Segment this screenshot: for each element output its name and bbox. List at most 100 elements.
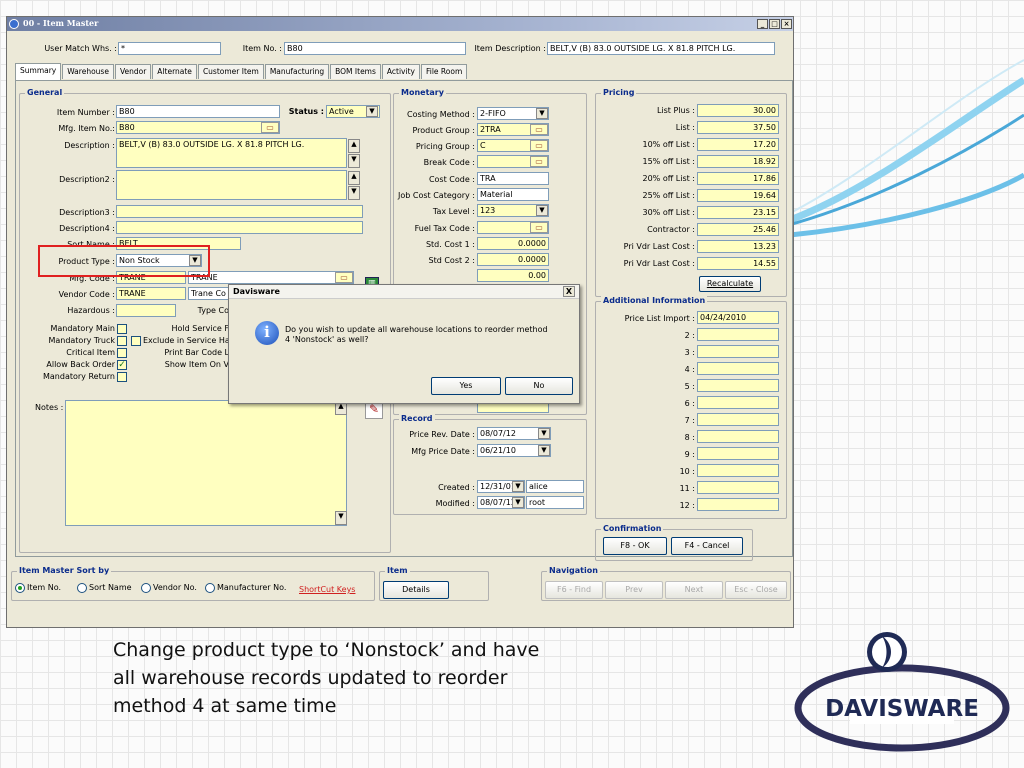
tab-vendor[interactable]: Vendor xyxy=(114,64,152,79)
vendor-code-field[interactable]: TRANE xyxy=(116,287,186,300)
mandatory-return-checkbox[interactable] xyxy=(117,372,127,382)
tab-activity[interactable]: Activity xyxy=(381,64,420,79)
price-list-import-field[interactable]: 04/24/2010 xyxy=(697,311,779,324)
tab-customer-item[interactable]: Customer Item xyxy=(197,64,264,79)
pricing-row-label: 15% off List : xyxy=(642,157,696,166)
scroll-down-icon[interactable]: ▼ xyxy=(348,186,360,200)
folder-icon[interactable]: ▭ xyxy=(335,272,353,283)
cost-code-field[interactable]: TRA xyxy=(477,172,549,185)
tab-file-room[interactable]: File Room xyxy=(420,64,468,79)
folder-icon[interactable]: ▭ xyxy=(530,124,548,135)
folder-icon[interactable]: ▭ xyxy=(530,140,548,151)
next-button[interactable]: Next xyxy=(665,581,723,599)
chevron-down-icon[interactable]: ▼ xyxy=(538,428,550,439)
dialog-no-button[interactable]: No xyxy=(505,377,573,395)
pricing-row-value[interactable]: 18.92 xyxy=(697,155,779,168)
status-dropdown-icon[interactable]: ▼ xyxy=(366,106,378,117)
details-button[interactable]: Details xyxy=(383,581,449,599)
mandatory-main-checkbox[interactable] xyxy=(117,324,127,334)
folder-icon[interactable]: ▭ xyxy=(530,156,548,167)
std-cost1-field[interactable]: 0.0000 xyxy=(477,237,549,250)
folder-icon[interactable]: ▭ xyxy=(530,222,548,233)
scroll-down-icon[interactable]: ▼ xyxy=(348,154,360,168)
description4-field[interactable] xyxy=(116,221,363,234)
mandatory-truck-checkbox[interactable] xyxy=(117,336,127,346)
pricing-row-value[interactable]: 19.64 xyxy=(697,189,779,202)
mfg-item-no-field[interactable]: B80 xyxy=(116,121,280,134)
pricing-row-value[interactable]: 13.23 xyxy=(697,240,779,253)
critical-item-checkbox[interactable] xyxy=(117,348,127,358)
scroll-down-icon[interactable]: ▼ xyxy=(335,511,347,525)
pricing-row-value[interactable]: 17.20 xyxy=(697,138,779,151)
allow-back-order-checkbox[interactable]: ✓ xyxy=(117,360,127,370)
folder-icon[interactable]: ▭ xyxy=(261,122,279,133)
pricing-row-value[interactable]: 17.86 xyxy=(697,172,779,185)
recalculate-button[interactable]: Recalculate xyxy=(699,276,761,292)
additional-row-field[interactable] xyxy=(697,328,779,341)
tab-manufacturing[interactable]: Manufacturing xyxy=(264,64,330,79)
scroll-up-icon[interactable]: ▲ xyxy=(348,139,360,153)
dialog-yes-button[interactable]: Yes xyxy=(431,377,501,395)
find-button[interactable]: F6 - Find xyxy=(545,581,603,599)
description-label: Description : xyxy=(64,141,115,150)
info-icon: i xyxy=(255,321,279,345)
description3-field[interactable] xyxy=(116,205,363,218)
pricing-row-value[interactable]: 30.00 xyxy=(697,104,779,117)
dialog-close-icon[interactable]: X xyxy=(563,286,575,297)
minimize-button[interactable]: _ xyxy=(757,19,768,29)
general-group-title: General xyxy=(25,88,65,97)
additional-row-field[interactable] xyxy=(697,379,779,392)
item-number-field[interactable]: B80 xyxy=(116,105,280,118)
additional-row-field[interactable] xyxy=(697,345,779,358)
shortcut-keys-link[interactable]: ShortCut Keys xyxy=(299,585,355,594)
notes-field[interactable] xyxy=(65,400,347,526)
cancel-button[interactable]: F4 - Cancel xyxy=(671,537,743,555)
additional-row-field[interactable] xyxy=(697,447,779,460)
item-group-title: Item xyxy=(385,566,410,575)
tab-bom-items[interactable]: BOM Items xyxy=(330,64,381,79)
close-window-button[interactable]: × xyxy=(781,19,792,29)
chevron-down-icon[interactable]: ▼ xyxy=(536,205,548,216)
chevron-down-icon[interactable]: ▼ xyxy=(512,497,524,508)
additional-row-label: 3 : xyxy=(684,348,695,357)
chevron-down-icon[interactable]: ▼ xyxy=(538,445,550,456)
tab-alternate[interactable]: Alternate xyxy=(152,64,197,79)
user-match-whs-input[interactable]: * xyxy=(118,42,221,55)
std-cost2-field[interactable]: 0.0000 xyxy=(477,253,549,266)
hazardous-field[interactable] xyxy=(116,304,176,317)
critical-item-label: Critical Item xyxy=(66,348,115,357)
additional-row-field[interactable] xyxy=(697,498,779,511)
sort-item-no-radio[interactable] xyxy=(15,583,25,593)
davisware-dialog: Davisware X i Do you wish to update all … xyxy=(228,284,580,404)
additional-row-field[interactable] xyxy=(697,481,779,494)
pricing-row-value[interactable]: 23.15 xyxy=(697,206,779,219)
sort-vendor-no-radio[interactable] xyxy=(141,583,151,593)
close-button[interactable]: Esc - Close xyxy=(725,581,787,599)
additional-row-field[interactable] xyxy=(697,413,779,426)
sort-manufacturer-no-radio[interactable] xyxy=(205,583,215,593)
additional-row-field[interactable] xyxy=(697,430,779,443)
pricing-row-value[interactable]: 25.46 xyxy=(697,223,779,236)
maximize-button[interactable]: □ xyxy=(769,19,780,29)
pricing-row-value[interactable]: 14.55 xyxy=(697,257,779,270)
sort-name-radio[interactable] xyxy=(77,583,87,593)
additional-row-field[interactable] xyxy=(697,464,779,477)
scroll-up-icon[interactable]: ▲ xyxy=(348,171,360,185)
job-cost-category-field[interactable]: Material xyxy=(477,188,549,201)
ok-button[interactable]: F8 - OK xyxy=(603,537,667,555)
item-description-input[interactable]: BELT,V (B) 83.0 OUTSIDE LG. X 81.8 PITCH… xyxy=(547,42,775,55)
freight-field[interactable]: 0.00 xyxy=(477,269,549,282)
description2-field[interactable] xyxy=(116,170,347,200)
pricing-row-label: Pri Vdr Last Cost : xyxy=(623,259,695,268)
additional-row-field[interactable] xyxy=(697,362,779,375)
prev-button[interactable]: Prev xyxy=(605,581,663,599)
exclude-service-checkbox[interactable] xyxy=(131,336,141,346)
description-field[interactable]: BELT,V (B) 83.0 OUTSIDE LG. X 81.8 PITCH… xyxy=(116,138,347,168)
item-no-input[interactable]: B80 xyxy=(284,42,466,55)
chevron-down-icon[interactable]: ▼ xyxy=(536,108,548,119)
pricing-row-value[interactable]: 37.50 xyxy=(697,121,779,134)
chevron-down-icon[interactable]: ▼ xyxy=(512,481,524,492)
tab-summary[interactable]: Summary xyxy=(15,63,62,80)
tab-warehouse[interactable]: Warehouse xyxy=(62,64,114,79)
additional-row-field[interactable] xyxy=(697,396,779,409)
